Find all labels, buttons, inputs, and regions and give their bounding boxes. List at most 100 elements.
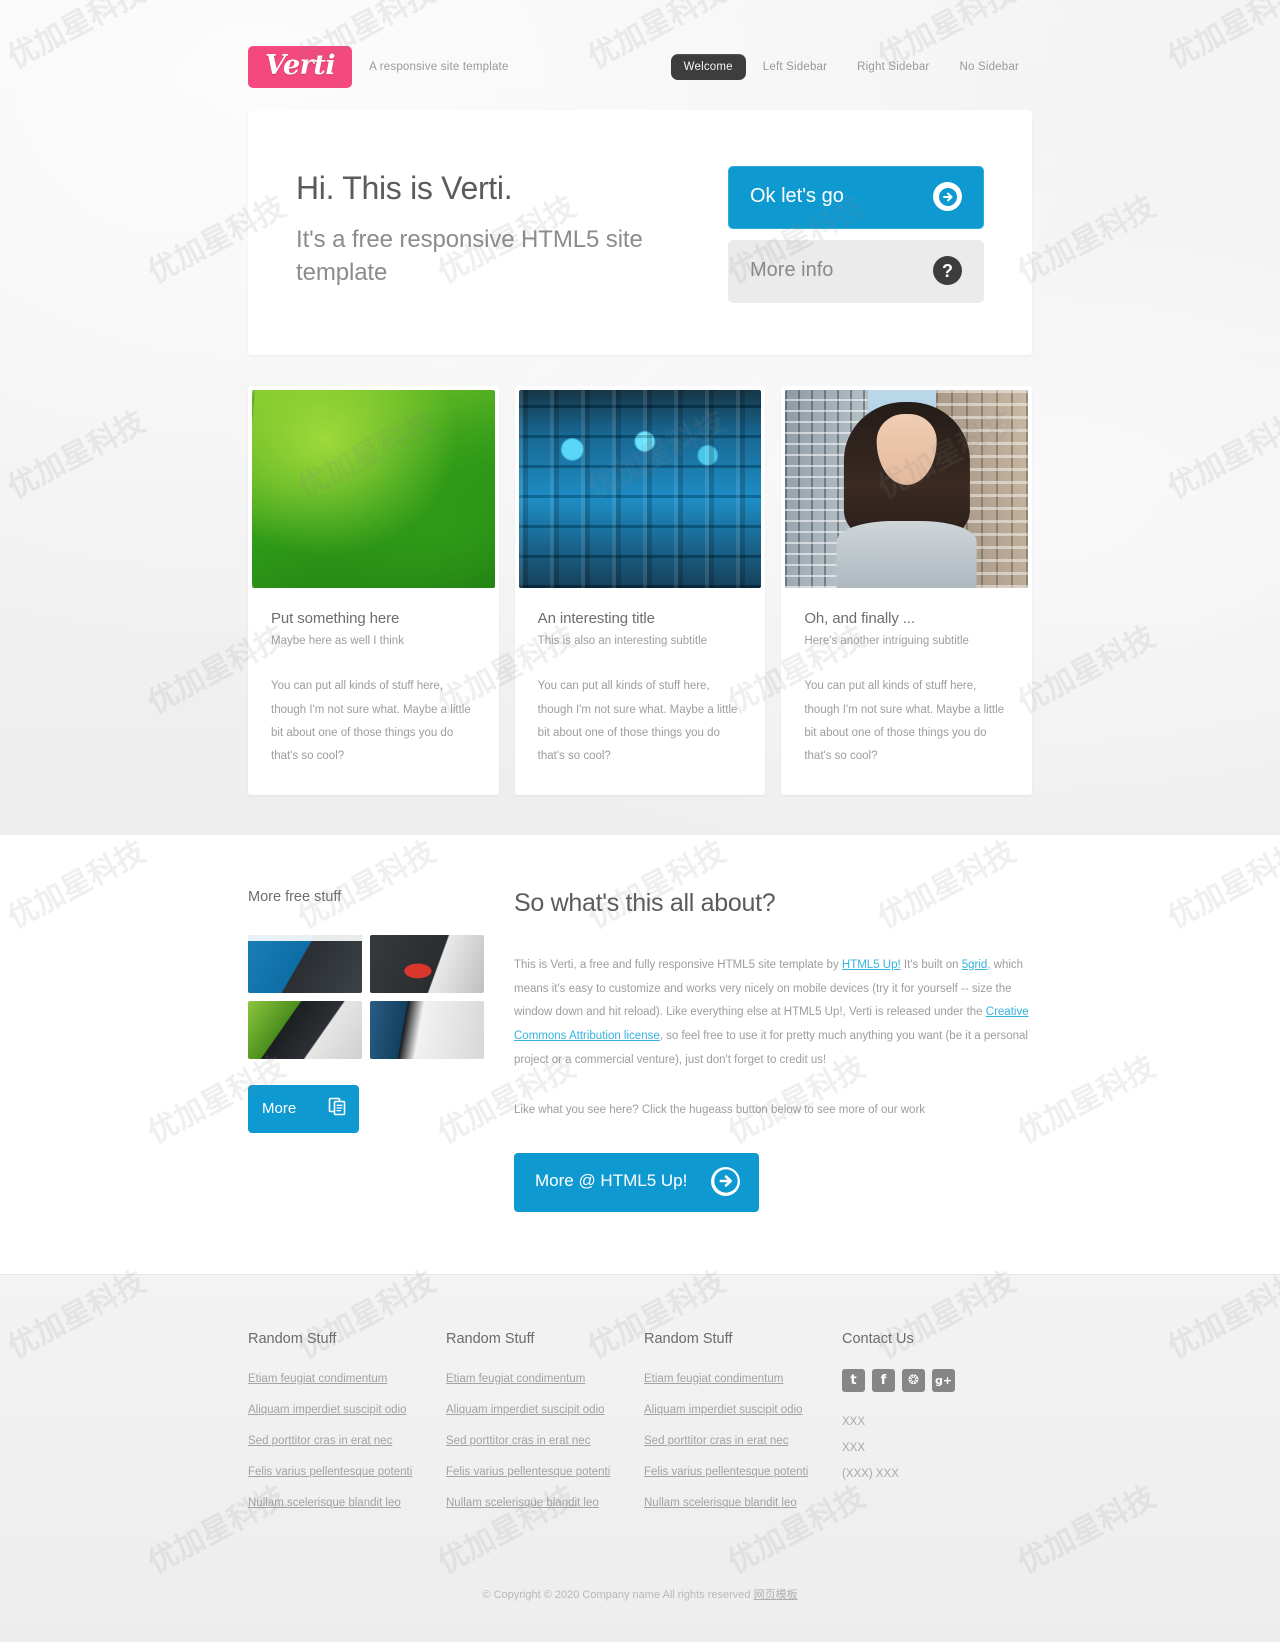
dribbble-icon[interactable]: ❂ [902,1368,925,1392]
more-free-stuff-sidebar: More free stuff More [248,889,484,1212]
social-links: t f ❂ g+ [842,1368,1032,1392]
footer-link[interactable]: Nullam scelerisque blandit leo [644,1497,797,1509]
footer-link[interactable]: Felis varius pellentesque potenti [446,1466,610,1478]
arrow-right-circle-icon [933,182,962,212]
footer-link[interactable]: Aliquam imperdiet suscipit odio [446,1404,605,1416]
more-info-label: More info [750,259,834,282]
more-at-html5up-button[interactable]: More @ HTML5 Up! [514,1152,760,1212]
thumbnail-item[interactable] [248,1000,362,1059]
copyright-bar: © Copyright © 2020 Company name All righ… [248,1524,1032,1642]
card-title: Oh, and finally ... [804,610,916,628]
more-button-label: More [262,1099,297,1117]
list-item: Aliquam imperdiet suscipit odio [446,1400,644,1418]
list-item: Sed porttitor cras in erat nec [248,1431,446,1449]
about-paragraph-1: This is Verti, a free and fully responsi… [514,954,1032,1073]
about-main-column: So what's this all about? This is Verti,… [514,889,1032,1212]
hero-actions: Ok let's go More info ? [728,162,984,304]
feature-card: Oh, and finally ... Here's another intri… [781,386,1033,795]
about-title: So what's this all about? [514,888,776,917]
thumbnail-item[interactable] [248,934,362,993]
google-plus-icon[interactable]: g+ [932,1368,955,1392]
card-title: An interesting title [537,610,655,628]
copyright-text: © Copyright © 2020 Company name All righ… [482,1588,754,1601]
footer-link[interactable]: Aliquam imperdiet suscipit odio [644,1404,803,1416]
footer-link[interactable]: Etiam feugiat condimentum [446,1373,585,1385]
card-body-text: You can put all kinds of stuff here, tho… [537,680,738,763]
list-item: Aliquam imperdiet suscipit odio [644,1400,842,1418]
list-item: Sed porttitor cras in erat nec [644,1431,842,1449]
site-footer: Random Stuff Etiam feugiat condimentum A… [0,1273,1280,1642]
nav-item-left-sidebar[interactable]: Left Sidebar [750,54,840,80]
site-tagline: A responsive site template [369,61,509,74]
about-text-part: This is Verti, a free and fully responsi… [514,958,842,971]
footer-column: Random Stuff Etiam feugiat condimentum A… [644,1331,842,1524]
card-image-grass [252,390,495,589]
list-item: Nullam scelerisque blandit leo [644,1493,842,1511]
footer-link[interactable]: Aliquam imperdiet suscipit odio [248,1404,407,1416]
footer-column-title: Random Stuff [446,1330,535,1347]
hero-banner: Hi. This is Verti. It's a free responsiv… [248,110,1032,356]
list-item: Felis varius pellentesque potenti [248,1462,446,1480]
footer-link[interactable]: Nullam scelerisque blandit leo [248,1497,401,1509]
more-info-button[interactable]: More info ? [728,240,984,304]
card-body-text: You can put all kinds of stuff here, tho… [804,680,1005,763]
card-image-bottles [518,390,762,589]
about-section: More free stuff More So what's this all … [0,834,1280,1274]
feature-card: Put something here Maybe here as well I … [248,386,499,795]
more-button[interactable]: More [248,1084,359,1133]
footer-link[interactable]: Sed porttitor cras in erat nec [248,1435,392,1447]
footer-link[interactable]: Nullam scelerisque blandit leo [446,1497,599,1509]
footer-link-list: Etiam feugiat condimentum Aliquam imperd… [446,1369,644,1511]
question-mark-circle-icon: ? [933,256,962,286]
ok-lets-go-button[interactable]: Ok let's go [728,166,984,230]
site-header: Verti A responsive site template Welcome… [248,0,1032,110]
footer-link[interactable]: Sed porttitor cras in erat nec [446,1435,590,1447]
contact-line: (XXX) XXX [842,1467,899,1480]
copyright-link[interactable]: 网页模板 [754,1589,798,1601]
footer-link[interactable]: Felis varius pellentesque potenti [248,1466,412,1478]
card-title: Put something here [271,610,400,628]
footer-column-title: Random Stuff [248,1330,337,1347]
list-item: Sed porttitor cras in erat nec [446,1431,644,1449]
contact-title: Contact Us [842,1330,914,1347]
card-subtitle: Here's another intriguing subtitle [804,635,969,648]
facebook-icon[interactable]: f [872,1368,895,1392]
footer-link[interactable]: Felis varius pellentesque potenti [644,1466,808,1478]
list-item: Etiam feugiat condimentum [446,1369,644,1387]
footer-column: Random Stuff Etiam feugiat condimentum A… [446,1331,644,1524]
main-navigation: Welcome Left Sidebar Right Sidebar No Si… [670,54,1032,81]
card-body-text: You can put all kinds of stuff here, tho… [271,680,471,763]
card-subtitle: Maybe here as well I think [271,635,404,648]
nav-item-welcome[interactable]: Welcome [670,54,746,81]
5grid-link[interactable]: 5grid [962,959,988,971]
footer-contact-column: Contact Us t f ❂ g+ XXX XXX (XXX) XXX [842,1331,1032,1524]
footer-link[interactable]: Sed porttitor cras in erat nec [644,1435,788,1447]
hero-text: Hi. This is Verti. It's a free responsiv… [296,162,728,303]
list-item: Nullam scelerisque blandit leo [446,1493,644,1511]
footer-column: Random Stuff Etiam feugiat condimentum A… [248,1331,446,1524]
nav-item-no-sidebar[interactable]: No Sidebar [946,54,1032,80]
list-item: Etiam feugiat condimentum [644,1369,842,1387]
more-at-html5up-label: More @ HTML5 Up! [535,1171,688,1190]
thumbnail-grid [248,934,484,1059]
card-subtitle: This is also an interesting subtitle [537,635,708,648]
footer-column-title: Random Stuff [644,1330,733,1347]
site-logo[interactable]: Verti [248,46,353,89]
list-item: Felis varius pellentesque potenti [644,1462,842,1480]
contact-line: XXX [842,1415,866,1428]
nav-item-right-sidebar[interactable]: Right Sidebar [844,54,942,80]
html5up-link[interactable]: HTML5 Up! [842,959,901,971]
footer-link-list: Etiam feugiat condimentum Aliquam imperd… [644,1369,842,1511]
documents-icon [328,1097,347,1120]
footer-link[interactable]: Etiam feugiat condimentum [644,1373,783,1385]
list-item: Aliquam imperdiet suscipit odio [248,1400,446,1418]
sidebar-title: More free stuff [248,888,342,905]
list-item: Felis varius pellentesque potenti [446,1462,644,1480]
thumbnail-item[interactable] [370,1000,484,1059]
arrow-right-circle-icon [711,1166,741,1196]
thumbnail-item[interactable] [370,934,484,993]
hero-title: Hi. This is Verti. [296,170,513,207]
twitter-icon[interactable]: t [842,1368,865,1392]
footer-link[interactable]: Etiam feugiat condimentum [248,1373,387,1385]
footer-link-list: Etiam feugiat condimentum Aliquam imperd… [248,1369,446,1511]
